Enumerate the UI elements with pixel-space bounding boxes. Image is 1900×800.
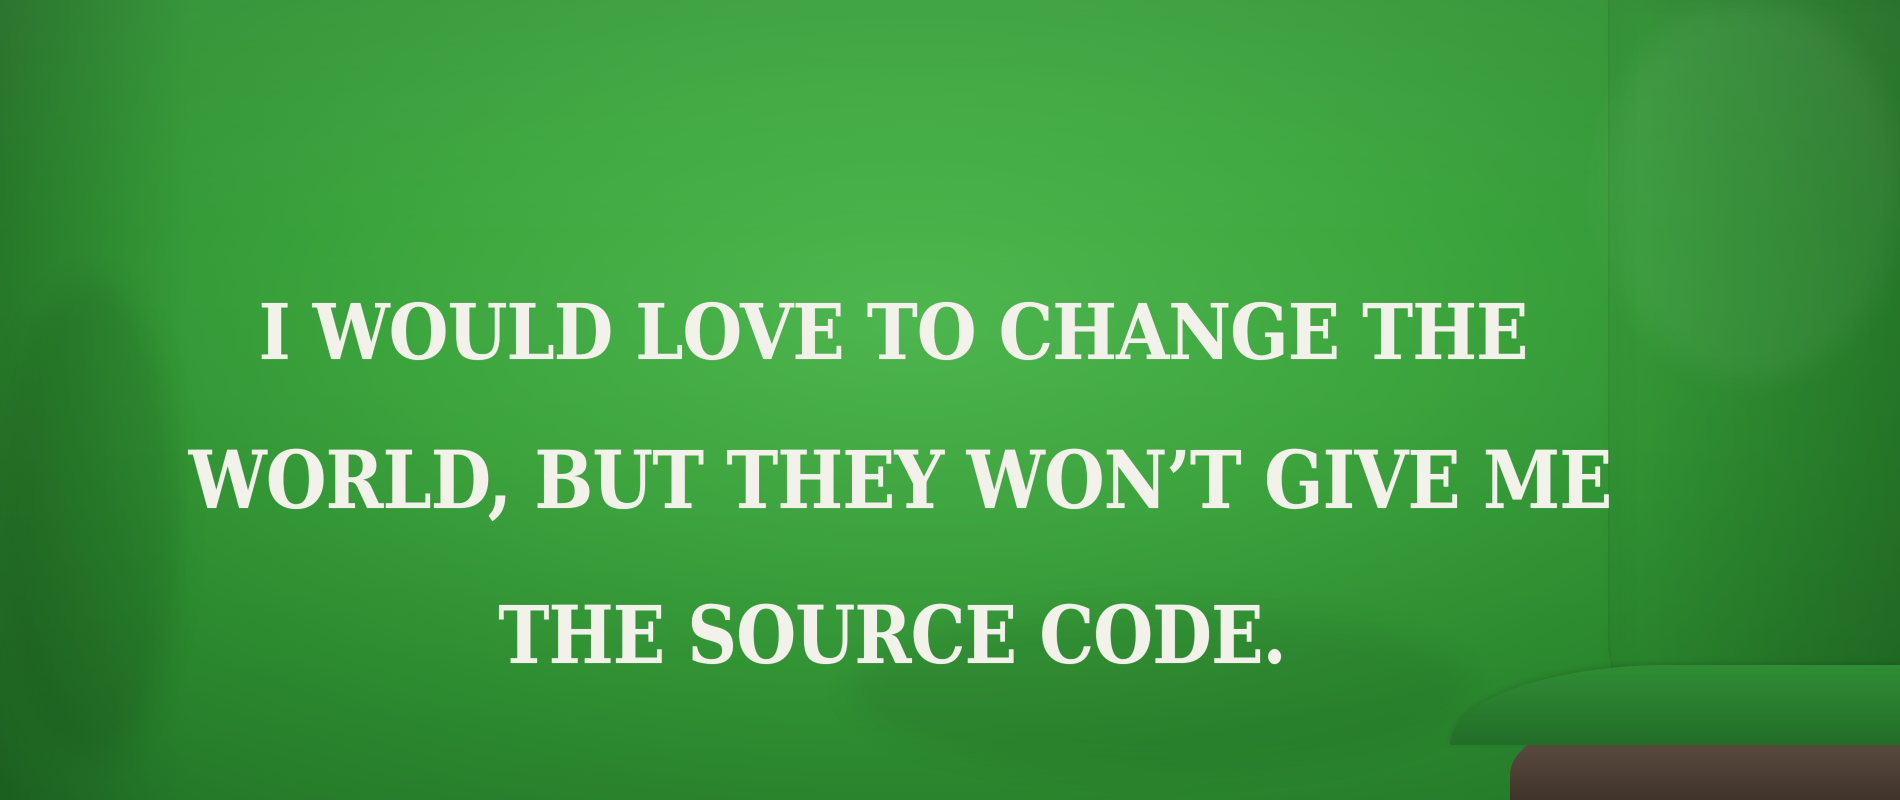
fabric-texture xyxy=(0,0,1900,800)
green-tshirt-photo: I WOULD LOVE TO CHANGE THE WORLD, BUT TH… xyxy=(0,0,1900,800)
